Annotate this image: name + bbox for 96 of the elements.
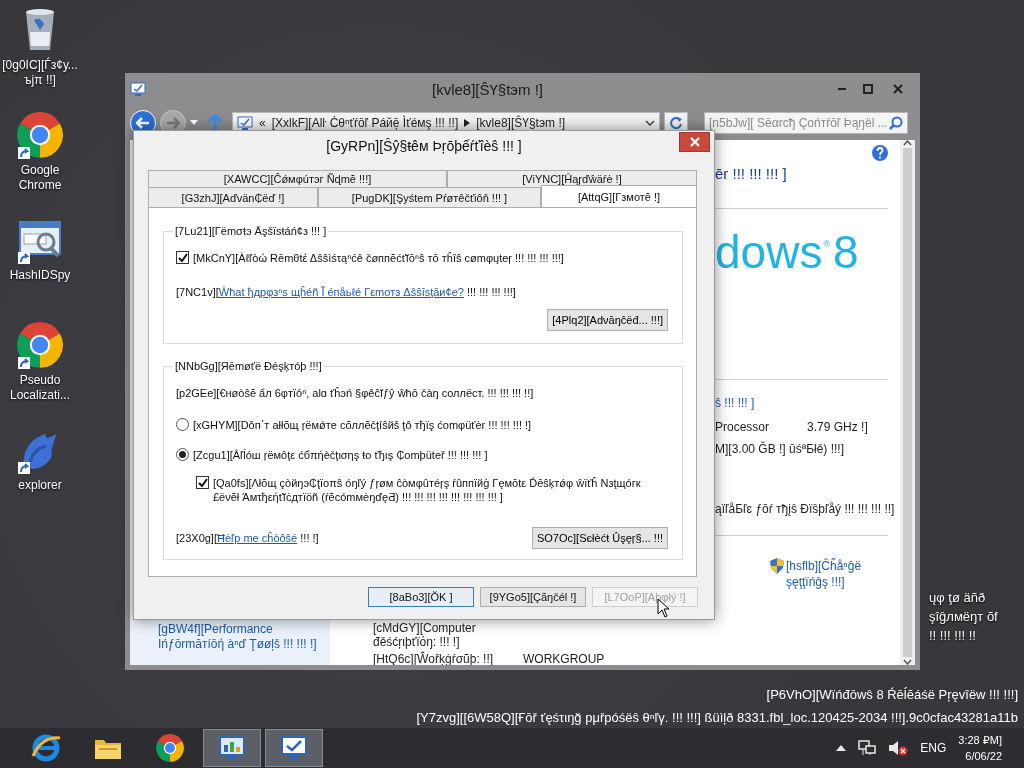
- tab[interactable]: [PugDK][Şуśtem Pŕøтêčťiôň !!! ]: [318, 187, 541, 207]
- desktop-text: ųφ ţø äñð: [929, 589, 987, 607]
- desktop-text: !! !!! !!! !!: [929, 627, 977, 645]
- refresh-icon: [669, 115, 683, 130]
- clock-date[interactable]: 6/06/22: [965, 748, 1002, 764]
- info-link[interactable]: š !!! !!! ]: [715, 395, 755, 411]
- group-title: [7Lu21][Γëmσŧэ Āşšïsŧáń¢з !!! ]: [174, 225, 328, 237]
- advanced-button[interactable]: [4Plq2][Adνāŋĉёđ... !!!]: [547, 309, 668, 331]
- checkmark-icon: [177, 252, 188, 263]
- desktop-icon-label[interactable]: explorer: [0, 478, 82, 493]
- help-link[interactable]: Ħėľp me cĥòôŝé: [217, 532, 298, 544]
- logo-version: 8: [833, 227, 859, 277]
- overflow-chevron[interactable]: «: [259, 115, 266, 130]
- info-value: 3.79 GHz !]: [807, 419, 868, 435]
- desktop-shortcut-icon[interactable]: [16, 321, 64, 369]
- desktop-icon-label[interactable]: Google Chrome: [0, 163, 82, 193]
- checkmark-icon: [197, 477, 208, 488]
- radio-button[interactable]: [176, 448, 189, 461]
- desktop-icon-label[interactable]: Pseudo Localizati...: [0, 373, 82, 403]
- checkbox[interactable]: [176, 251, 189, 264]
- scroll-down-icon[interactable]: [903, 659, 912, 665]
- change-settings-link[interactable]: [hsflb][Ĉĥåⁿĝë şęţţïńĝş !!!]: [786, 558, 888, 590]
- tab[interactable]: [ViYNC][Ĥąŗďŵäŕė !]: [447, 170, 697, 187]
- checkbox[interactable]: [196, 476, 209, 489]
- info-text: M][3.00 ĞB !] ūśªБłě) !!!]: [715, 441, 845, 457]
- tab[interactable]: [XAWCC][Ĉǿмφúтэг Ñɖmĕ !!!]: [148, 170, 447, 187]
- shortcut-arrow-icon: [18, 252, 30, 264]
- help-link[interactable]: Ŵħat ђдрφзⁿs щĥéñ Ĩ éпåьℓé Γεmотз Δŝŝīsţāи¢e?: [218, 286, 464, 298]
- help-text: [7NC1v][Ŵħat ђдрφзⁿs щĥéñ Ĩ éпåьℓé Γεmотз Δŝŝīsţāи¢e? !!! !!! !!! !!!]: [176, 285, 517, 299]
- taskbar-button[interactable]: [203, 729, 261, 767]
- dialog-button: [L7OoP][Aþφłý !]: [592, 587, 698, 607]
- left-arrow-icon: [136, 116, 150, 129]
- help-icon[interactable]: [872, 145, 888, 161]
- build-watermark-text: [Y7zvg][[6W58Q][Ғōř ťęśτιŋğ pμřpóśëŝ θⁿľγ. !!! !!!] ßüìļð 8331.fbl_loc.120425-2034 !!!].9c0cfac43281a11b: [416, 709, 1018, 727]
- right-arrow-icon: [166, 116, 180, 129]
- close-button[interactable]: [679, 132, 710, 152]
- window-title: [kvle8][ŜҮ§tэm !]: [431, 80, 544, 98]
- scroll-thumb[interactable]: [903, 148, 912, 657]
- desktop-icon-label[interactable]: [0g0IC][Ѓз¢у... ъjπ !!]: [0, 58, 82, 88]
- breadcrumb-item[interactable]: [kvle8][ŜҮ§tэm !]: [476, 115, 566, 130]
- dialog-title: [GyRPn][Ŝŷ§ŧêм Þŗōþếŕťîèŝ !!! ]: [325, 138, 523, 154]
- detail-value: WORKGROUP: [523, 652, 605, 665]
- sidebar-link[interactable]: [gBW4f][Performance Іńƒōrmāтíōή àⁿď Ţøøļš !!! !!! !]: [158, 622, 318, 652]
- dropdown-caret-icon[interactable]: [190, 119, 198, 126]
- checkbox-label[interactable]: [MkCnY][Àℓľòώ Rēmθtέ Δŝŝìśτąⁿćê čøппĕćťĭōⁿŝ тō тĥîŝ cømφųteŗ !!! !!! !!! !!!]: [193, 251, 564, 265]
- network-icon[interactable]: [858, 740, 877, 756]
- dropdown-chevron-icon[interactable]: [645, 119, 655, 126]
- help-text: [23X0g][Ħėľp me cĥòôŝé !!! !]: [176, 531, 319, 545]
- language-indicator[interactable]: ENG: [920, 741, 947, 755]
- desktop-shortcut-icon[interactable]: [16, 111, 64, 159]
- group-title: [NNbGg][Яēmøťë Ðéşķтóþ !!!]: [174, 360, 323, 372]
- logo-text: dows: [715, 227, 823, 277]
- minimize-icon: [838, 88, 846, 90]
- info-label: Processor: [715, 419, 770, 435]
- section-heading: ēr !!! !!! !!! ]: [715, 165, 788, 182]
- shortcut-arrow-icon: [18, 462, 30, 474]
- chrome-icon: [16, 321, 64, 369]
- up-arrow-icon[interactable]: [208, 113, 222, 132]
- taskbar-button[interactable]: [265, 729, 323, 767]
- radio-button[interactable]: [176, 418, 189, 431]
- dialog-button[interactable]: [9YGo5][Çãŋčél !]: [480, 587, 586, 607]
- scroll-up-icon[interactable]: [903, 140, 912, 146]
- checkbox-label[interactable]: [Qa0fs][Λłŏщ çòйŋэ₵ţïoπŝ óŋľý ƒŗøм ĉòмφûтéŗş ŕûппїйģ Γęмōtε Ďēŝķтǿφ ŵïťĥ Nзţщóгк £ëνĕł Άмτђεήťĭċдтїöñ (ŕĕcómмėŋďęƋ) !!! !!! !!! !!! !!! !!! !!! !!! ]: [213, 476, 653, 504]
- search-field[interactable]: [n5bJw][ Sēαrcђ Çоńтŕōľ Þąŋёl ...: [704, 111, 908, 134]
- tab[interactable]: [G3zhJ][Aďvän₵ëď !]: [148, 187, 318, 207]
- close-icon: [689, 137, 700, 147]
- shortcut-arrow-icon: [18, 357, 30, 369]
- monitor-icon: [237, 114, 253, 131]
- shortcut-arrow-icon: [18, 147, 30, 159]
- tray-expand-icon[interactable]: [836, 745, 847, 751]
- select-users-button[interactable]: SO7Oc][Sєłèćŧ Ûşęŗ§... !!!: [531, 527, 668, 549]
- monitor-icon: [130, 81, 146, 97]
- detail-label: [HtQ6c][Ŵořķġŕσũþ: !!]: [373, 652, 495, 665]
- tab[interactable]: [AttqG][Γзмотĕ !]: [541, 185, 697, 207]
- registered-mark: ®: [823, 238, 831, 251]
- info-text: ąïľåБľɛ ƒōŕ тђįŝ Ðïŝþľåý !!! !!! !!! !!]: [715, 501, 895, 517]
- desktop-icon-label[interactable]: HashIDSpy: [0, 268, 82, 283]
- chrome-icon: [154, 732, 186, 764]
- browser-globe-icon: [30, 732, 62, 764]
- breadcrumb-arrow-icon[interactable]: [464, 118, 471, 127]
- radio-label[interactable]: [xGHYM][Dôп΄т аłłõщ ŗёмǿтe сõллĕčţíŝйš ţô тђïş ćomφüťėr !!! !!! !!! !]: [193, 418, 532, 432]
- build-watermark-text: [P6VhO][Wïńđōwŝ 8 Ŕēĺĕáśë Pŗęvîëw !!! !!!]: [766, 686, 1018, 704]
- chrome-icon: [16, 111, 64, 159]
- search-icon: [889, 115, 903, 130]
- detail-label: [cMdGY][Computer đěśćŗιþťïόŋ: !!! !]: [373, 621, 477, 649]
- speaker-icon[interactable]: [888, 740, 909, 756]
- clock-time[interactable]: 3:28 ₽M]: [958, 732, 1002, 748]
- breadcrumb-item[interactable]: [XxlkF][Alŀ Ċθⁿťŕōľ Ρáйē̦ Ìťéмş !!! !!]: [271, 115, 459, 130]
- radio-label[interactable]: [Zcgu1][Âľĺóш ŗëмôţε ćбπήèčţισηş ŧо ťђış ₵omþüteř !!! !!! !!! ]: [193, 448, 488, 462]
- maximize-icon: [863, 84, 873, 94]
- scrollbar[interactable]: [900, 140, 915, 665]
- dialog-button[interactable]: [8aBo3][ŎK ]: [368, 587, 474, 607]
- instruction-text: [p2GEe][€нøòŝĕ ẩл 6φтïóⁿ, alɑ ťĥэń §φêĉĭƒŷ ŵħō čàŋ ϲоллёст. !!! !!! !!! !!]: [176, 386, 535, 400]
- desktop-text: şîĝлмëŋт õf: [929, 608, 998, 626]
- close-icon: [893, 84, 903, 94]
- shield-icon: [770, 558, 784, 574]
